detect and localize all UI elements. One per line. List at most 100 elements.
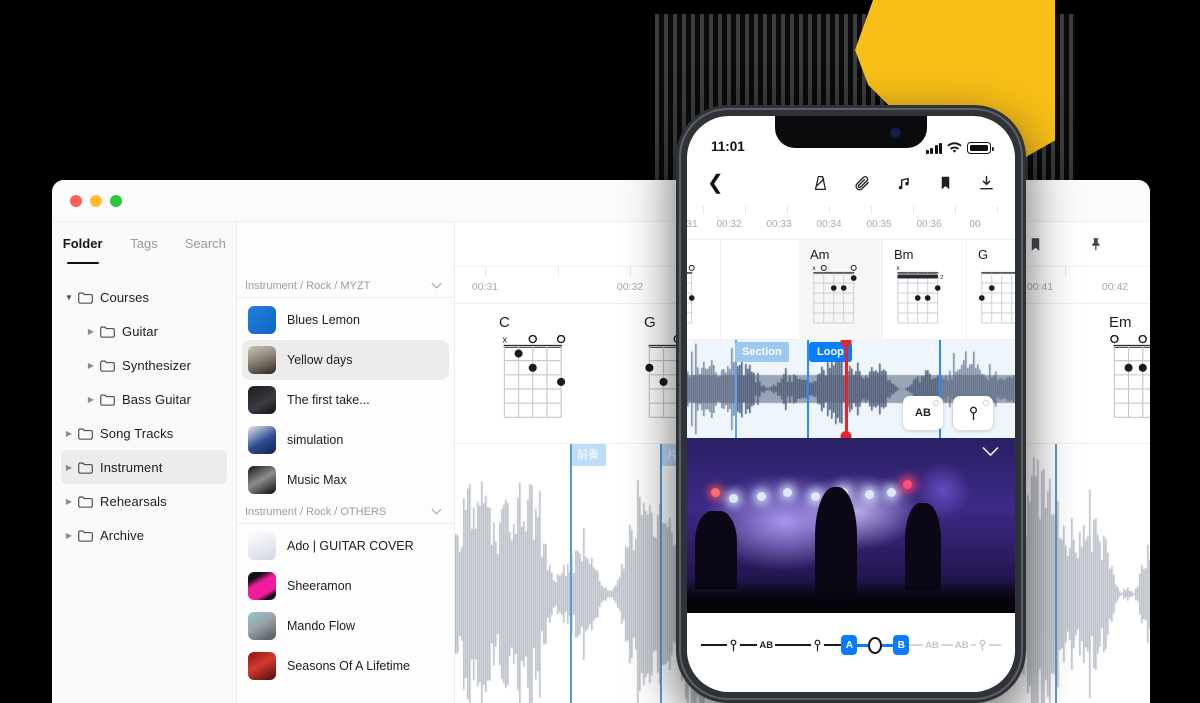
ruler-tick	[1065, 267, 1066, 276]
sidebar-item-guitar[interactable]: ▶ Guitar	[61, 314, 227, 348]
pin-icon[interactable]	[1089, 236, 1104, 253]
playhead[interactable]	[845, 340, 848, 438]
paperclip-icon[interactable]	[854, 174, 871, 192]
list-item[interactable]: Music Max	[242, 460, 449, 500]
bookmark-icon[interactable]	[1028, 236, 1043, 253]
loop-track[interactable]: AB A B AB AB	[701, 635, 1002, 655]
marker-button[interactable]	[953, 396, 993, 430]
ab-marker[interactable]: AB	[953, 640, 971, 651]
group-header[interactable]: Instrument / Rock / OTHERS	[237, 500, 454, 524]
group-header[interactable]: Instrument / Rock / MYZT	[237, 274, 454, 298]
list-item-label: Mando Flow	[287, 619, 356, 633]
sidebar-item-song-tracks[interactable]: ▶ Song Tracks	[61, 416, 227, 450]
phone-timeline-ruler[interactable]: 00:31 00:32 00:33 00:34 00:35 00:36 00	[687, 206, 1015, 240]
tab-folder[interactable]: Folder	[52, 222, 113, 264]
chevron-right-icon[interactable]: ▶	[61, 429, 77, 438]
pin-icon[interactable]	[811, 635, 824, 655]
folder-icon	[100, 325, 115, 338]
list-item[interactable]: Seasons Of A Lifetime	[242, 646, 449, 686]
close-window-button[interactable]	[70, 195, 82, 207]
sidebar-item-archive[interactable]: ▶ Archive	[61, 518, 227, 552]
sidebar-item-instrument[interactable]: ▶ Instrument	[61, 450, 227, 484]
chord-diagram[interactable]: Cx	[485, 304, 630, 444]
sidebar-item-courses[interactable]: ▼ Courses	[61, 280, 227, 314]
download-icon[interactable]	[978, 174, 995, 192]
list-item[interactable]: simulation	[242, 420, 449, 460]
ruler-tick	[745, 206, 746, 214]
album-thumbnail	[248, 652, 276, 680]
loop-point-a[interactable]: A	[841, 635, 858, 655]
chevron-left-icon[interactable]: ❮	[707, 173, 724, 193]
chord-diagram[interactable]: Cx	[687, 240, 721, 340]
video-player[interactable]	[687, 438, 1015, 613]
list-item-label: The first take...	[287, 393, 370, 407]
ruler-tick	[485, 267, 486, 276]
phone-transport-controls[interactable]: AB A B AB AB	[687, 613, 1015, 692]
cellular-bars-icon	[925, 142, 942, 154]
list-item[interactable]: Blues Lemon	[242, 300, 449, 340]
svg-text:x: x	[502, 335, 507, 345]
zoom-window-button[interactable]	[110, 195, 122, 207]
chord-diagram[interactable]: Em	[1095, 304, 1150, 444]
chord-diagram[interactable]: G	[967, 240, 1015, 340]
chord-diagram[interactable]: Am x	[799, 240, 883, 340]
chevron-right-icon[interactable]: ▶	[83, 327, 99, 336]
chevron-right-icon[interactable]: ▶	[61, 531, 77, 540]
ruler-label: 00:31	[687, 219, 698, 230]
music-note-icon[interactable]	[896, 174, 913, 192]
list-item-label: Sheeramon	[287, 579, 352, 593]
chevron-down-icon[interactable]	[431, 508, 442, 515]
section-label[interactable]: Section	[735, 342, 789, 362]
background-canvas: Folder Tags Search ▼ Courses ▶ Guitar ▶ Synth…	[0, 0, 1200, 703]
chevron-down-icon[interactable]	[982, 446, 999, 457]
list-item[interactable]: Yellow days	[242, 340, 449, 380]
list-item[interactable]: The first take...	[242, 380, 449, 420]
ab-marker[interactable]: AB	[757, 640, 775, 651]
ruler-label: 00:41	[1026, 281, 1054, 293]
album-thumbnail	[248, 572, 276, 600]
sidebar-tabs[interactable]: Folder Tags Search	[52, 222, 236, 264]
tab-tags[interactable]: Tags	[113, 222, 174, 264]
list-item-label: Ado | GUITAR COVER	[287, 539, 414, 553]
track-segment	[989, 643, 1002, 647]
sidebar-item-synthesizer[interactable]: ▶ Synthesizer	[61, 348, 227, 382]
list-item[interactable]: Ado | GUITAR COVER	[242, 526, 449, 566]
ab-marker[interactable]: AB	[923, 640, 941, 651]
phone-waveform[interactable]: Section Loop AB	[687, 340, 1015, 438]
sidebar-item-bass-guitar[interactable]: ▶ Bass Guitar	[61, 382, 227, 416]
ruler-tick	[871, 206, 872, 214]
album-thumbnail	[248, 612, 276, 640]
chord-diagram[interactable]: Bm x 2	[883, 240, 967, 340]
phone-nav-bar[interactable]: ❮	[687, 160, 1015, 206]
album-thumbnail	[248, 426, 276, 454]
segment-line[interactable]	[1055, 444, 1057, 703]
ab-repeat-button[interactable]: AB	[903, 396, 943, 430]
list-item[interactable]: Mando Flow	[242, 606, 449, 646]
list-item-label: simulation	[287, 433, 344, 447]
sidebar-item-rehearsals[interactable]: ▶ Rehearsals	[61, 484, 227, 518]
segment-line[interactable]	[660, 444, 662, 703]
pin-icon[interactable]	[976, 635, 989, 655]
metronome-icon[interactable]	[812, 174, 829, 192]
chevron-down-icon[interactable]	[431, 282, 442, 289]
playhead-knob[interactable]	[868, 636, 883, 654]
chevron-down-icon[interactable]: ▼	[61, 293, 77, 302]
tab-search[interactable]: Search	[175, 222, 236, 264]
status-time: 11:01	[711, 139, 745, 154]
list-item[interactable]: Sheeramon	[242, 566, 449, 606]
chevron-right-icon[interactable]: ▶	[61, 463, 77, 472]
segment-label[interactable]: 前奏	[570, 444, 606, 466]
performer-silhouette	[695, 511, 737, 589]
bookmark-icon[interactable]	[938, 174, 953, 192]
chevron-right-icon[interactable]: ▶	[83, 395, 99, 404]
chevron-right-icon[interactable]: ▶	[83, 361, 99, 370]
loop-point-b[interactable]: B	[893, 635, 910, 655]
traffic-light-buttons[interactable]	[70, 195, 122, 207]
album-thumbnail	[248, 346, 276, 374]
performer-silhouette	[905, 503, 941, 591]
segment-line[interactable]	[570, 444, 572, 703]
minimize-window-button[interactable]	[90, 195, 102, 207]
pin-icon[interactable]	[727, 635, 740, 655]
chevron-right-icon[interactable]: ▶	[61, 497, 77, 506]
folder-icon	[78, 291, 93, 304]
